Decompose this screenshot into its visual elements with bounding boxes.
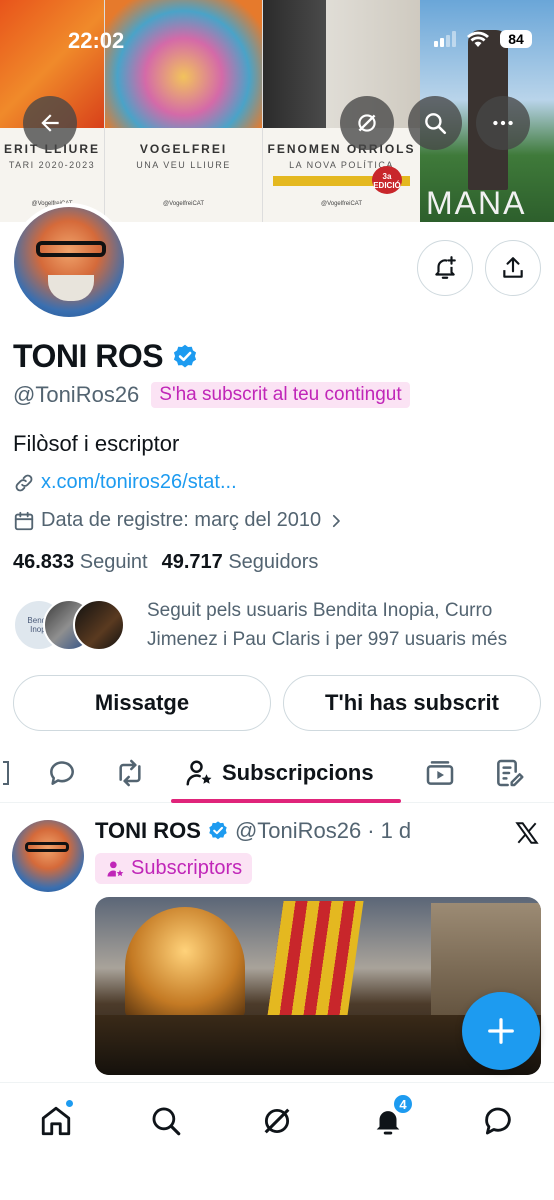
- reply-icon: [50, 761, 74, 785]
- profile-name-text: TONI ROS: [13, 338, 164, 374]
- followed-by-text: Seguit pels usuaris Bendita Inopia, Curr…: [147, 600, 508, 650]
- compose-button[interactable]: [462, 992, 540, 1070]
- post-author-name[interactable]: TONI ROS: [95, 818, 201, 844]
- bottom-navigation: 4: [0, 1082, 554, 1200]
- follower-avatars: Bendita Inopia: [13, 599, 133, 651]
- chevron-right-icon: [333, 514, 340, 527]
- cover-title: VOGELFREI: [139, 142, 228, 156]
- nav-notifications[interactable]: 4: [368, 1093, 414, 1141]
- notifications-badge: 4: [392, 1093, 414, 1115]
- follower-avatar: [73, 599, 125, 651]
- subscribers-only-label: Subscriptors: [131, 857, 243, 879]
- tab-videos[interactable]: [424, 755, 456, 791]
- followers-stat[interactable]: 49.717 Seguidors: [162, 551, 319, 574]
- subscribed-button[interactable]: T'hi has subscrit: [283, 675, 541, 731]
- active-tab-indicator: [171, 799, 401, 803]
- followers-count: 49.717: [161, 551, 223, 573]
- home-icon: [41, 1106, 71, 1136]
- back-button[interactable]: [23, 96, 77, 150]
- partial-tab-icon: [3, 761, 9, 785]
- tab-reposts[interactable]: [113, 755, 147, 791]
- joined-row[interactable]: Data de registre: març del 2010: [13, 509, 345, 532]
- plus-icon: [488, 1018, 514, 1044]
- handle-row: @ToniRos26 S'ha subscrit al teu contingu…: [13, 382, 410, 408]
- tab-replies[interactable]: [46, 755, 78, 791]
- home-unread-dot: [65, 1099, 74, 1108]
- follow-stats: 46.833 Seguint 49.717 Seguidors: [13, 551, 318, 574]
- chat-bubble-icon: [485, 1107, 511, 1135]
- post-separator: ·: [367, 818, 375, 843]
- cover-credit: @VogelfreiCAT: [163, 201, 204, 207]
- cover-credit: @VogelfreiCAT: [321, 201, 362, 207]
- message-button-label: Missatge: [94, 690, 190, 715]
- grok-button[interactable]: [340, 96, 394, 150]
- post-author-handle: @ToniRos26: [234, 818, 362, 843]
- status-icons: 84: [434, 30, 532, 48]
- message-button[interactable]: Missatge: [13, 675, 271, 731]
- post-time: 1 d: [380, 818, 412, 843]
- verified-badge-icon[interactable]: [171, 343, 199, 371]
- share-icon: [503, 257, 523, 278]
- profile-tabs: Subscripcions: [0, 745, 554, 803]
- verified-badge-icon: [209, 821, 227, 840]
- tab-subscriptions[interactable]: Subscripcions: [184, 755, 374, 791]
- cover-subtitle: TARI 2020-2023: [8, 160, 96, 170]
- banner-cover-3: FENOMEN ORRIOLS LA NOVA POLÍTICA 3a EDIC…: [262, 0, 420, 222]
- post-header: TONI ROS @ToniRos26 · 1 d: [95, 818, 411, 844]
- wifi-icon: [467, 31, 489, 47]
- profile-avatar[interactable]: [10, 203, 128, 321]
- repost-icon: [119, 759, 141, 787]
- profile-handle: @ToniRos26: [13, 382, 140, 407]
- person-star-icon: [186, 760, 212, 786]
- following-label: Seguint: [79, 551, 148, 573]
- cover-subtitle: UNA VEU LLIURE: [136, 160, 231, 170]
- followed-by-row[interactable]: Bendita Inopia Seguit pels usuaris Bendi…: [13, 596, 542, 654]
- battery-level: 84: [500, 30, 532, 48]
- cover-title: FENOMEN ORRIOLS: [267, 142, 416, 156]
- edition-badge: 3a EDICIÓ: [372, 166, 402, 194]
- nav-home[interactable]: [36, 1099, 76, 1141]
- grok-icon: [264, 1108, 290, 1134]
- article-icon: [497, 759, 524, 787]
- nav-grok[interactable]: [257, 1101, 297, 1141]
- bell-plus-icon: [435, 256, 456, 279]
- tab-articles[interactable]: [493, 755, 525, 791]
- subscribed-button-label: T'hi has subscrit: [325, 690, 499, 715]
- calendar-icon: [14, 511, 34, 530]
- following-stat[interactable]: 46.833 Seguint: [13, 551, 148, 574]
- search-button[interactable]: [408, 96, 462, 150]
- profile-bio: Filòsof i escriptor: [13, 431, 180, 456]
- profile-link-row[interactable]: x.com/toniros26/stat...: [13, 471, 237, 494]
- notify-button[interactable]: [417, 240, 473, 296]
- banner-cover-2: VOGELFREI UNA VEU LLIURE @VogelfreiCAT: [104, 0, 262, 222]
- profile-name: TONI ROS: [13, 338, 199, 375]
- subscribers-only-tag: Subscriptors: [95, 853, 253, 884]
- tab-subscriptions-label: Subscripcions: [222, 760, 374, 785]
- status-time: 22:02: [68, 28, 125, 53]
- post-avatar[interactable]: [12, 820, 84, 892]
- person-star-icon: [107, 861, 124, 876]
- cover-title: MANA: [426, 185, 527, 221]
- nav-search[interactable]: [146, 1101, 186, 1141]
- followers-label: Seguidors: [228, 551, 319, 573]
- joined-date: Data de registre: març del 2010: [41, 509, 322, 531]
- following-count: 46.833: [13, 551, 75, 573]
- grok-icon: [358, 114, 376, 132]
- link-icon: [15, 474, 33, 491]
- search-icon: [152, 1107, 181, 1136]
- search-icon: [425, 113, 447, 135]
- profile-link[interactable]: x.com/toniros26/stat...: [41, 471, 237, 494]
- subscribed-to-you-tag: S'ha subscrit al teu contingut: [151, 382, 410, 408]
- arrow-left-icon: [41, 114, 59, 132]
- more-icon: [493, 120, 513, 126]
- x-logo-icon: [515, 822, 539, 844]
- signal-icon: [434, 31, 456, 47]
- video-icon: [426, 761, 454, 785]
- more-options-button[interactable]: [476, 96, 530, 150]
- tab-hidden-partial[interactable]: [0, 755, 10, 791]
- share-button[interactable]: [485, 240, 541, 296]
- nav-messages[interactable]: [478, 1101, 518, 1141]
